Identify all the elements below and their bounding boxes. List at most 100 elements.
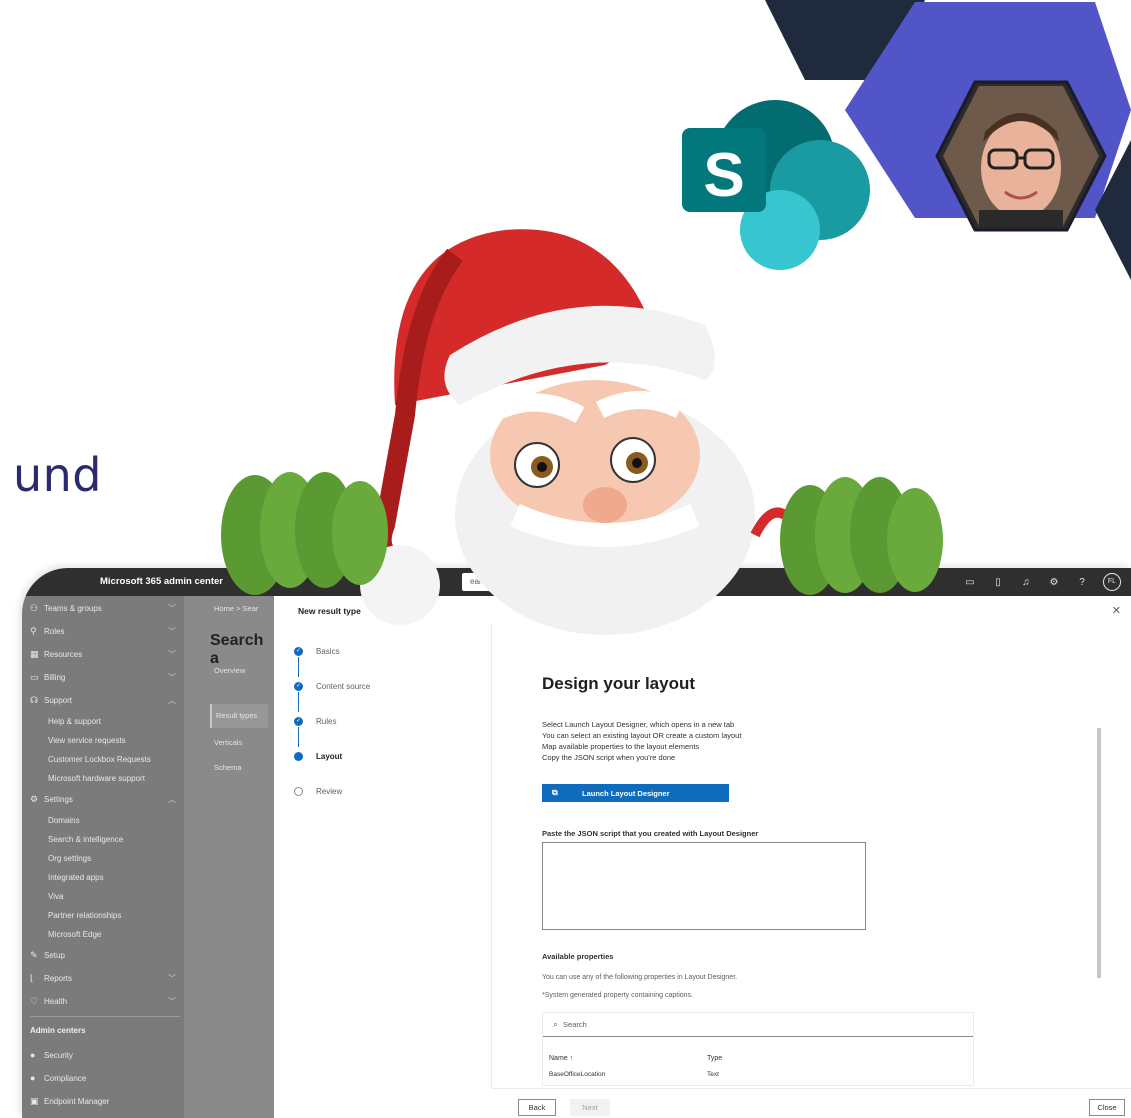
panel-scrollbar[interactable]: [1097, 728, 1101, 978]
table-row-name: BaseOfficeLocation: [549, 1071, 606, 1078]
nav-item-health[interactable]: ♡ Health ﹀: [22, 991, 184, 1011]
nav-item-domains[interactable]: Domains: [22, 810, 184, 830]
nav-item-setup[interactable]: ✎ Setup: [22, 945, 184, 965]
nav-item-resources[interactable]: ▦ Resources ﹀: [22, 644, 184, 664]
nav-item-roles[interactable]: ⚲ Roles ﹀: [22, 621, 184, 641]
step-connector: [298, 692, 299, 712]
chevron-down-icon: ﹀: [168, 649, 176, 659]
santa-illustration: [221, 229, 943, 635]
profile-photo-avatar: [935, 80, 1107, 232]
json-script-textarea[interactable]: [542, 842, 866, 930]
check-icon: ✓: [294, 681, 303, 691]
search-icon: ⌕: [553, 1019, 559, 1029]
properties-table: ⌕ Search Name ↑ Type BaseOfficeLocation T…: [542, 1012, 974, 1086]
launch-layout-designer-button[interactable]: ⧉ Launch Layout Designer: [542, 784, 729, 802]
left-navigation: ⚇ Teams & groups ﹀ ⚲ Roles ﹀ ▦ Resources ﹀ ▭ Bi…: [22, 596, 184, 1118]
admin-centers-header: Admin centers: [30, 1026, 86, 1035]
available-properties-description: You can use any of the following propert…: [542, 974, 738, 981]
nav-item-billing[interactable]: ▭ Billing ﹀: [22, 667, 184, 687]
close-icon[interactable]: ✕: [1112, 604, 1121, 617]
system-property-note: *System generated property containing ca…: [542, 992, 693, 999]
instructions: Select Launch Layout Designer, which ope…: [542, 720, 742, 762]
shield-icon: ●: [30, 1050, 36, 1060]
pending-step-icon: [294, 786, 303, 796]
page-heading: Search a: [210, 632, 264, 667]
chevron-down-icon: ﹀: [168, 996, 176, 1006]
wizard-steps: ✓ Basics ✓ Content source ✓ Rules Layout Re…: [274, 624, 492, 1088]
check-icon: ✓: [294, 716, 303, 726]
chevron-down-icon: ﹀: [168, 626, 176, 636]
nav-item-settings[interactable]: ⚙ Settings ︿: [22, 789, 184, 809]
close-button[interactable]: Close: [1089, 1099, 1125, 1116]
nav-item-endpoint-manager[interactable]: ▣ Endpoint Manager: [22, 1091, 184, 1111]
step-review[interactable]: Review: [294, 784, 342, 798]
admin-center-screenshot: Microsoft 365 admin center earch ▭ ▯ ♫ ⚙…: [22, 568, 1131, 1118]
next-button[interactable]: Next: [570, 1099, 610, 1116]
shield-icon: ●: [30, 1073, 36, 1083]
new-result-type-panel: New result type ✕ ✓ Basics ✓ Content sourc…: [274, 596, 1131, 1118]
check-icon: ✓: [294, 646, 303, 656]
support-icon: ☊: [30, 694, 38, 705]
nav-item-teams-groups[interactable]: ⚇ Teams & groups ﹀: [22, 598, 184, 618]
chevron-down-icon: ﹀: [168, 973, 176, 983]
nav-item-microsoft-edge[interactable]: Microsoft Edge: [22, 924, 184, 944]
step-layout[interactable]: Layout: [294, 749, 342, 763]
nav-item-support[interactable]: ☊ Support ︿: [22, 690, 184, 710]
chevron-down-icon: ﹀: [168, 672, 176, 682]
step-content-source[interactable]: ✓ Content source: [294, 679, 370, 693]
step-connector: [298, 727, 299, 747]
chevron-up-icon: ︿: [168, 794, 176, 804]
sharepoint-letter: S: [703, 141, 744, 210]
search-page-pane: Home > Sear Search a Overview Result typ…: [184, 596, 274, 1118]
nav-item-hardware-support[interactable]: Microsoft hardware support: [22, 768, 184, 788]
subnav-result-types[interactable]: Result types: [210, 704, 268, 728]
column-header-type: Type: [707, 1055, 723, 1062]
top-bar-icons: ▭ ▯ ♫ ⚙ ? FL: [963, 573, 1121, 591]
help-icon[interactable]: ?: [1075, 577, 1089, 588]
panel-footer: Back Next Close: [492, 1088, 1131, 1118]
health-icon: ♡: [30, 995, 39, 1006]
step-connector: [298, 657, 299, 677]
back-button[interactable]: Back: [518, 1099, 556, 1116]
billing-icon: ▭: [30, 671, 39, 682]
bell-icon[interactable]: ♫: [1019, 577, 1033, 588]
endpoint-icon: ▣: [30, 1095, 39, 1106]
nav-item-org-settings[interactable]: Org settings: [22, 848, 184, 868]
heading-fragment: und: [13, 448, 103, 502]
available-properties-label: Available properties: [542, 952, 614, 961]
chevron-up-icon: ︿: [168, 695, 176, 705]
nav-item-viva[interactable]: Viva: [22, 886, 184, 906]
nav-item-customer-lockbox[interactable]: Customer Lockbox Requests: [22, 749, 184, 769]
column-header-name[interactable]: Name ↑: [549, 1055, 573, 1062]
nav-item-service-requests[interactable]: View service requests: [22, 730, 184, 750]
reports-icon: ⌊: [30, 972, 34, 983]
section-heading: Design your layout: [542, 674, 696, 693]
nav-item-help-support[interactable]: Help & support: [22, 711, 184, 731]
step-basics[interactable]: ✓ Basics: [294, 644, 340, 658]
nav-item-compliance[interactable]: ● Compliance: [22, 1068, 184, 1088]
chevron-down-icon: ﹀: [168, 603, 176, 613]
nav-item-search-intelligence[interactable]: Search & intelligence: [22, 829, 184, 849]
nav-item-reports[interactable]: ⌊ Reports ﹀: [22, 968, 184, 988]
gear-icon: ⚙: [30, 793, 39, 804]
people-icon: ⚇: [30, 602, 39, 613]
right-glove: [780, 477, 943, 595]
table-row-type: Text: [707, 1071, 719, 1078]
open-external-icon: ⧉: [552, 788, 558, 797]
nav-divider: [30, 1016, 180, 1017]
subnav-verticals[interactable]: Verticals: [214, 738, 242, 747]
mobile-icon[interactable]: ▯: [991, 577, 1005, 588]
nav-item-security[interactable]: ● Security: [22, 1045, 184, 1065]
user-avatar[interactable]: FL: [1103, 573, 1121, 591]
left-glove: [221, 472, 388, 595]
roles-icon: ⚲: [30, 625, 37, 636]
paste-json-label: Paste the JSON script that you created w…: [542, 829, 759, 838]
nav-item-partner-relationships[interactable]: Partner relationships: [22, 905, 184, 925]
tab-overview[interactable]: Overview: [214, 666, 245, 675]
gear-icon[interactable]: ⚙: [1047, 577, 1061, 588]
properties-search-input[interactable]: ⌕ Search: [543, 1013, 973, 1037]
current-step-icon: [294, 751, 303, 761]
nav-item-integrated-apps[interactable]: Integrated apps: [22, 867, 184, 887]
step-rules[interactable]: ✓ Rules: [294, 714, 336, 728]
subnav-schema[interactable]: Schema: [214, 763, 242, 772]
